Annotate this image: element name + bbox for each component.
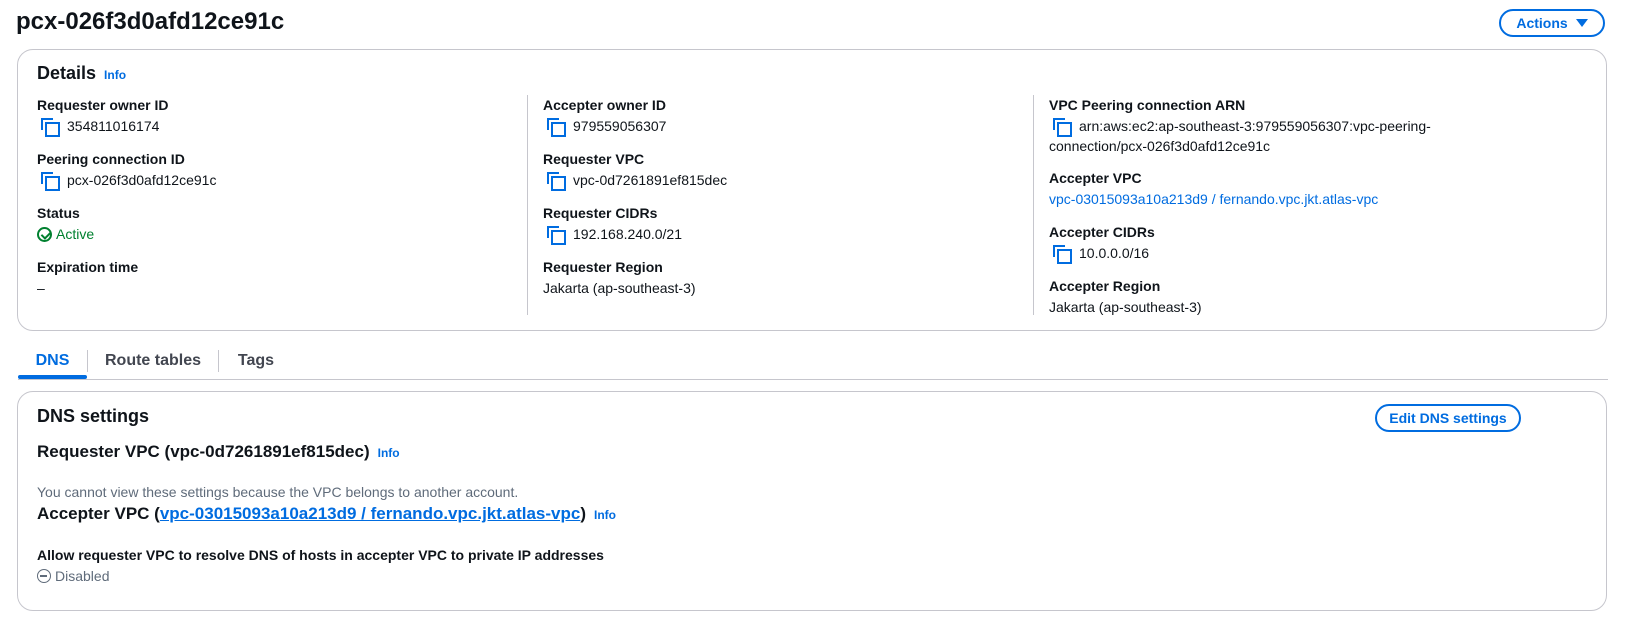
- requester-cidrs-field: Requester CIDRs 192.168.240.0/21: [543, 204, 682, 245]
- accepter-vpc-heading-link[interactable]: vpc-03015093a10a213d9 / fernando.vpc.jkt…: [160, 504, 581, 523]
- dns-settings-card: DNS settings Requester VPC (vpc-0d726189…: [17, 391, 1607, 611]
- arn-field: VPC Peering connection ARN arn:aws:ec2:a…: [1049, 96, 1569, 156]
- status-label: Status: [37, 205, 80, 221]
- copy-icon[interactable]: [547, 226, 566, 245]
- requester-cidrs-value: 192.168.240.0/21: [573, 226, 682, 242]
- accepter-cidrs-value: 10.0.0.0/16: [1079, 245, 1150, 261]
- requester-cidrs-value-row: 192.168.240.0/21: [543, 224, 682, 245]
- copy-icon[interactable]: [1053, 245, 1072, 264]
- accepter-vpc-label: Accepter VPC: [1049, 170, 1142, 186]
- page-title: pcx-026f3d0afd12ce91c: [16, 8, 285, 35]
- accepter-vpc-field: Accepter VPC vpc-03015093a10a213d9 / fer…: [1049, 169, 1378, 209]
- requester-vpc-label: Requester VPC: [543, 151, 645, 167]
- details-title: Details Info: [37, 63, 126, 84]
- accepter-heading-suffix: ): [580, 504, 587, 523]
- tab-tags[interactable]: Tags: [219, 344, 293, 378]
- accepter-vpc-heading: Accepter VPC (vpc-03015093a10a213d9 / fe…: [37, 504, 616, 524]
- accepter-info-link[interactable]: Info: [594, 508, 616, 522]
- details-card: Details Info Requester owner ID 354811016…: [17, 49, 1607, 331]
- requester-cidrs-label: Requester CIDRs: [543, 205, 658, 221]
- allow-dns-resolution-value: Disabled: [55, 568, 110, 584]
- accepter-heading-prefix: Accepter VPC (: [37, 504, 160, 523]
- requester-region-value: Jakarta (ap-southeast-3): [543, 280, 696, 296]
- allow-dns-resolution-field: Allow requester VPC to resolve DNS of ho…: [37, 546, 604, 586]
- requester-settings-note: You cannot view these settings because t…: [37, 484, 519, 500]
- accepter-vpc-link[interactable]: vpc-03015093a10a213d9 / fernando.vpc.jkt…: [1049, 189, 1378, 209]
- accepter-region-value: Jakarta (ap-southeast-3): [1049, 299, 1202, 315]
- requester-vpc-value-row: vpc-0d7261891ef815dec: [543, 170, 728, 191]
- tab-route-tables[interactable]: Route tables: [88, 344, 218, 378]
- peering-connection-id-field: Peering connection ID pcx-026f3d0afd12ce…: [37, 150, 217, 191]
- actions-label: Actions: [1516, 15, 1568, 31]
- requester-owner-id-value: 354811016174: [67, 118, 160, 134]
- expiration-time-value: –: [37, 280, 45, 296]
- active-tab-indicator: [18, 375, 87, 379]
- copy-icon[interactable]: [1053, 118, 1072, 137]
- arn-value-row: arn:aws:ec2:ap-southeast-3:979559056307:…: [1049, 116, 1569, 137]
- requester-info-link[interactable]: Info: [378, 446, 400, 460]
- requester-owner-id-label: Requester owner ID: [37, 97, 169, 113]
- tab-dns[interactable]: DNS: [18, 344, 87, 378]
- check-circle-icon: [37, 226, 52, 242]
- dns-settings-title: DNS settings: [37, 406, 150, 426]
- edit-dns-settings-button[interactable]: Edit DNS settings: [1375, 404, 1521, 432]
- allow-dns-resolution-label: Allow requester VPC to resolve DNS of ho…: [37, 547, 604, 563]
- requester-vpc-heading: Requester VPC (vpc-0d7261891ef815dec) Inf…: [37, 442, 400, 462]
- details-title-text: Details: [37, 63, 97, 83]
- status-field: Status Active: [37, 204, 94, 244]
- requester-vpc-field: Requester VPC vpc-0d7261891ef815dec: [543, 150, 728, 191]
- expiration-time-field: Expiration time –: [37, 258, 138, 298]
- caret-down-icon: [1575, 19, 1588, 27]
- requester-region-field: Requester Region Jakarta (ap-southeast-3…: [543, 258, 696, 298]
- accepter-region-label: Accepter Region: [1049, 278, 1161, 294]
- actions-button[interactable]: Actions: [1499, 9, 1605, 37]
- peering-connection-id-label: Peering connection ID: [37, 151, 185, 167]
- tab-bar: DNS Route tables Tags: [18, 344, 1608, 380]
- accepter-owner-id-label: Accepter owner ID: [543, 97, 666, 113]
- requester-owner-id-value-row: 354811016174: [37, 116, 168, 137]
- requester-region-label: Requester Region: [543, 259, 663, 275]
- arn-value-line1: arn:aws:ec2:ap-southeast-3:979559056307:…: [1079, 118, 1431, 134]
- column-divider: [1033, 95, 1034, 315]
- accepter-cidrs-label: Accepter CIDRs: [1049, 224, 1155, 240]
- accepter-region-field: Accepter Region Jakarta (ap-southeast-3): [1049, 277, 1202, 317]
- accepter-owner-id-value-row: 979559056307: [543, 116, 667, 137]
- accepter-cidrs-field: Accepter CIDRs 10.0.0.0/16: [1049, 223, 1155, 264]
- status-value: Active: [56, 226, 95, 242]
- allow-dns-resolution-value-row: Disabled: [37, 566, 604, 586]
- copy-icon[interactable]: [547, 118, 566, 137]
- arn-label: VPC Peering connection ARN: [1049, 97, 1246, 113]
- peering-connection-id-value: pcx-026f3d0afd12ce91c: [67, 172, 217, 188]
- arn-value-line2: connection/pcx-026f3d0afd12ce91c: [1049, 138, 1271, 154]
- accepter-owner-id-field: Accepter owner ID 979559056307: [543, 96, 667, 137]
- expiration-time-label: Expiration time: [37, 259, 139, 275]
- peering-connection-id-value-row: pcx-026f3d0afd12ce91c: [37, 170, 217, 191]
- column-divider: [527, 95, 528, 315]
- requester-owner-id-field: Requester owner ID 354811016174: [37, 96, 169, 137]
- requester-vpc-value: vpc-0d7261891ef815dec: [573, 172, 728, 188]
- details-info-link[interactable]: Info: [104, 68, 126, 82]
- status-value-row: Active: [37, 224, 94, 244]
- requester-vpc-heading-text: Requester VPC (vpc-0d7261891ef815dec): [37, 442, 370, 461]
- copy-icon[interactable]: [41, 118, 60, 137]
- disabled-circle-icon: [37, 569, 51, 583]
- accepter-owner-id-value: 979559056307: [573, 118, 667, 134]
- copy-icon[interactable]: [41, 172, 60, 191]
- copy-icon[interactable]: [547, 172, 566, 191]
- accepter-cidrs-value-row: 10.0.0.0/16: [1049, 243, 1155, 264]
